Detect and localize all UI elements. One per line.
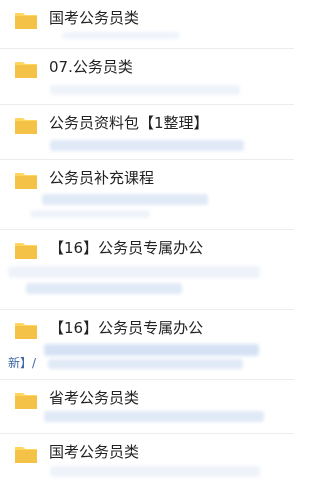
folder-list: 国考公务员类 07.公务员类 公务员资料包【1整理】 公务员补充课程 【16】公…	[0, 0, 294, 487]
folder-item[interactable]: 公务员补充课程	[0, 160, 294, 230]
folder-label: 国考公务员类	[49, 443, 140, 461]
folder-item[interactable]: 07.公务员类	[0, 49, 294, 105]
folder-item[interactable]: 国考公务员类	[0, 434, 294, 487]
folder-icon	[15, 118, 37, 134]
redacted-meta	[50, 466, 260, 477]
folder-icon	[15, 62, 37, 78]
redacted-meta	[30, 210, 150, 218]
folder-item[interactable]: 省考公务员类	[0, 380, 294, 434]
folder-icon	[15, 13, 37, 29]
folder-item[interactable]: 【16】公务员专属办公	[0, 230, 294, 310]
folder-label: 国考公务员类	[49, 9, 140, 27]
folder-icon	[15, 173, 37, 189]
redacted-meta	[26, 283, 182, 294]
folder-label: 公务员补充课程	[49, 169, 155, 187]
folder-label: 省考公务员类	[49, 389, 140, 407]
folder-icon	[15, 447, 37, 463]
folder-icon	[15, 323, 37, 339]
folder-item[interactable]: 【16】公务员专属办公	[0, 310, 294, 380]
redacted-meta	[48, 359, 243, 369]
redacted-meta	[62, 32, 180, 39]
redacted-meta	[50, 85, 240, 95]
folder-item[interactable]: 国考公务员类	[0, 0, 294, 49]
folder-label: 【16】公务员专属办公	[49, 239, 204, 257]
folder-label: 【16】公务员专属办公	[49, 319, 204, 337]
folder-label: 公务员资料包【1整理】	[49, 114, 209, 132]
redacted-meta	[44, 411, 264, 422]
folder-icon	[15, 393, 37, 409]
redacted-meta	[44, 344, 259, 356]
redacted-meta	[8, 266, 260, 278]
redacted-meta	[50, 140, 244, 151]
folder-icon	[15, 243, 37, 259]
folder-item[interactable]: 公务员资料包【1整理】	[0, 105, 294, 160]
redacted-meta	[42, 194, 208, 205]
visible-link-fragment: 新】/	[8, 356, 37, 370]
folder-label: 07.公务员类	[49, 58, 133, 76]
